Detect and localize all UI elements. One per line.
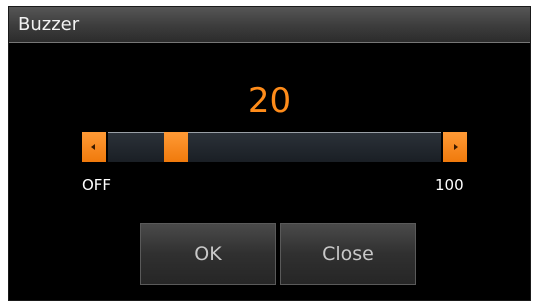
slider-track[interactable]	[108, 132, 441, 162]
slider-thumb[interactable]	[163, 132, 188, 162]
slider-max-label: 100	[435, 176, 464, 194]
title-bar: Buzzer	[9, 7, 530, 43]
arrow-right-icon[interactable]	[443, 132, 467, 162]
slider-value-readout: 20	[247, 81, 292, 121]
close-button[interactable]: Close	[280, 223, 416, 285]
ok-button[interactable]: OK	[140, 223, 276, 285]
slider-min-label: OFF	[82, 176, 112, 194]
buzzer-slider[interactable]	[82, 130, 467, 162]
dialog-title: Buzzer	[18, 14, 80, 35]
arrow-left-icon[interactable]	[82, 132, 106, 162]
